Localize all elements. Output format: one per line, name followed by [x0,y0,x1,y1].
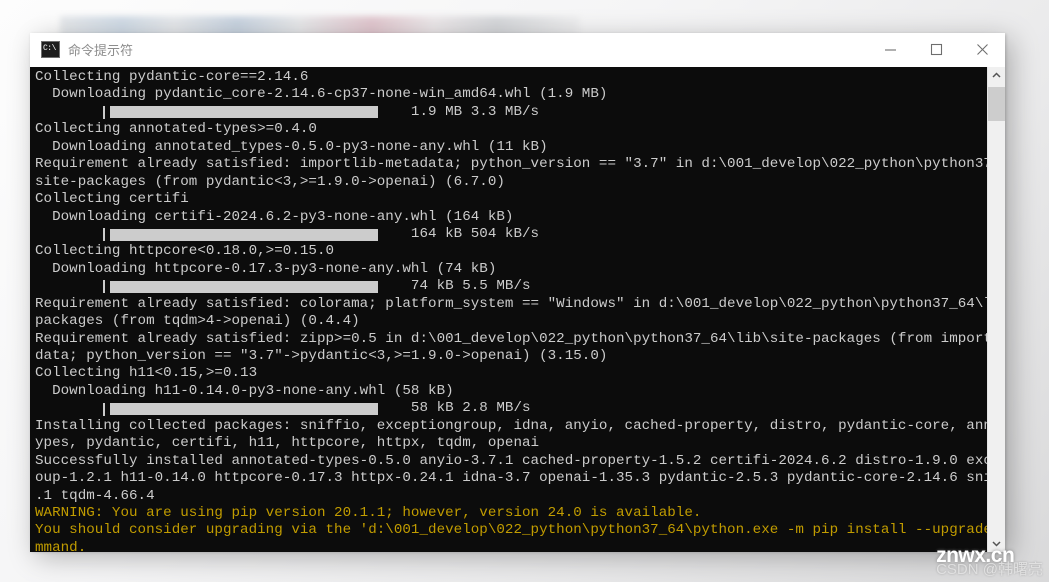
console-line: ypes, pydantic, certifi, h11, httpcore, … [35,435,540,452]
progress-bar [110,106,378,119]
command-prompt-window: 命令提示符 [30,33,1005,552]
window-title: 命令提示符 [68,43,134,58]
console-line: mmand. [35,539,87,552]
window-titlebar[interactable]: 命令提示符 [30,33,1005,67]
console-line: Collecting pydantic-core==2.14.6 [35,69,309,85]
titlebar-left-group: 命令提示符 [30,40,133,59]
progress-bar-start-tick [103,280,105,294]
console-line: .1 tqdm-4.66.4 [35,487,155,504]
progress-bar-start-tick [103,228,105,242]
progress-bar-start-tick [103,402,105,416]
console-line: site-packages (from pydantic<3,>=1.9.0->… [35,173,505,190]
console-line: WARNING: You are using pip version 20.1.… [35,504,702,521]
console-line: data; python_version == "3.7"->pydantic<… [35,348,608,364]
console-line: Downloading h11-0.14.0-py3-none-any.whl … [35,382,454,399]
progress-bar [110,228,378,241]
console-text-buffer: Collecting pydantic-core==2.14.6 Downloa… [35,69,1005,552]
scrollbar-thumb[interactable] [988,87,1005,121]
console-line: oup-1.2.1 h11-0.14.0 httpcore-0.17.3 htt… [35,470,1005,487]
watermark-author: CSDN @韩曙亮 [936,561,1043,578]
progress-bar-start-tick [103,105,105,119]
console-line: Installing collected packages: sniffio, … [35,417,1005,434]
console-line: Collecting httpcore<0.18.0,>=0.15.0 [35,243,335,260]
console-line: Downloading httpcore-0.17.3-py3-none-any… [35,260,497,277]
chevron-down-icon[interactable] [988,535,1005,552]
console-line: Downloading annotated_types-0.5.0-py3-no… [35,138,548,155]
console-line: You should consider upgrading via the 'd… [35,522,1005,539]
console-line: packages (from tqdm>4->openai) (0.4.4) [35,313,360,330]
close-button[interactable] [959,33,1005,66]
maximize-button[interactable] [913,33,959,66]
progress-bar [110,403,378,416]
cmd-icon [41,41,60,58]
progress-bar [110,280,378,293]
console-line: Downloading certifi-2024.6.2-py3-none-an… [35,208,514,225]
minimize-button[interactable] [867,33,913,66]
console-line: Collecting annotated-types>=0.4.0 [35,121,317,138]
console-line: Requirement already satisfied: zipp>=0.5… [35,330,1005,347]
console-line: Requirement already satisfied: colorama;… [35,295,1005,312]
console-line: Downloading pydantic_core-2.14.6-cp37-no… [35,86,608,103]
console-line: Collecting certifi [35,191,189,208]
console-output-area[interactable]: Collecting pydantic-core==2.14.6 Downloa… [30,67,1005,552]
console-line: Requirement already satisfied: importlib… [35,156,1005,173]
console-scrollbar[interactable] [987,67,1005,552]
desktop-background: 命令提示符 [0,0,1049,582]
window-controls [867,33,1005,66]
chevron-up-icon[interactable] [988,67,1005,84]
console-line: Collecting h11<0.15,>=0.13 [35,365,258,382]
console-line: Successfully installed annotated-types-0… [35,452,1005,469]
